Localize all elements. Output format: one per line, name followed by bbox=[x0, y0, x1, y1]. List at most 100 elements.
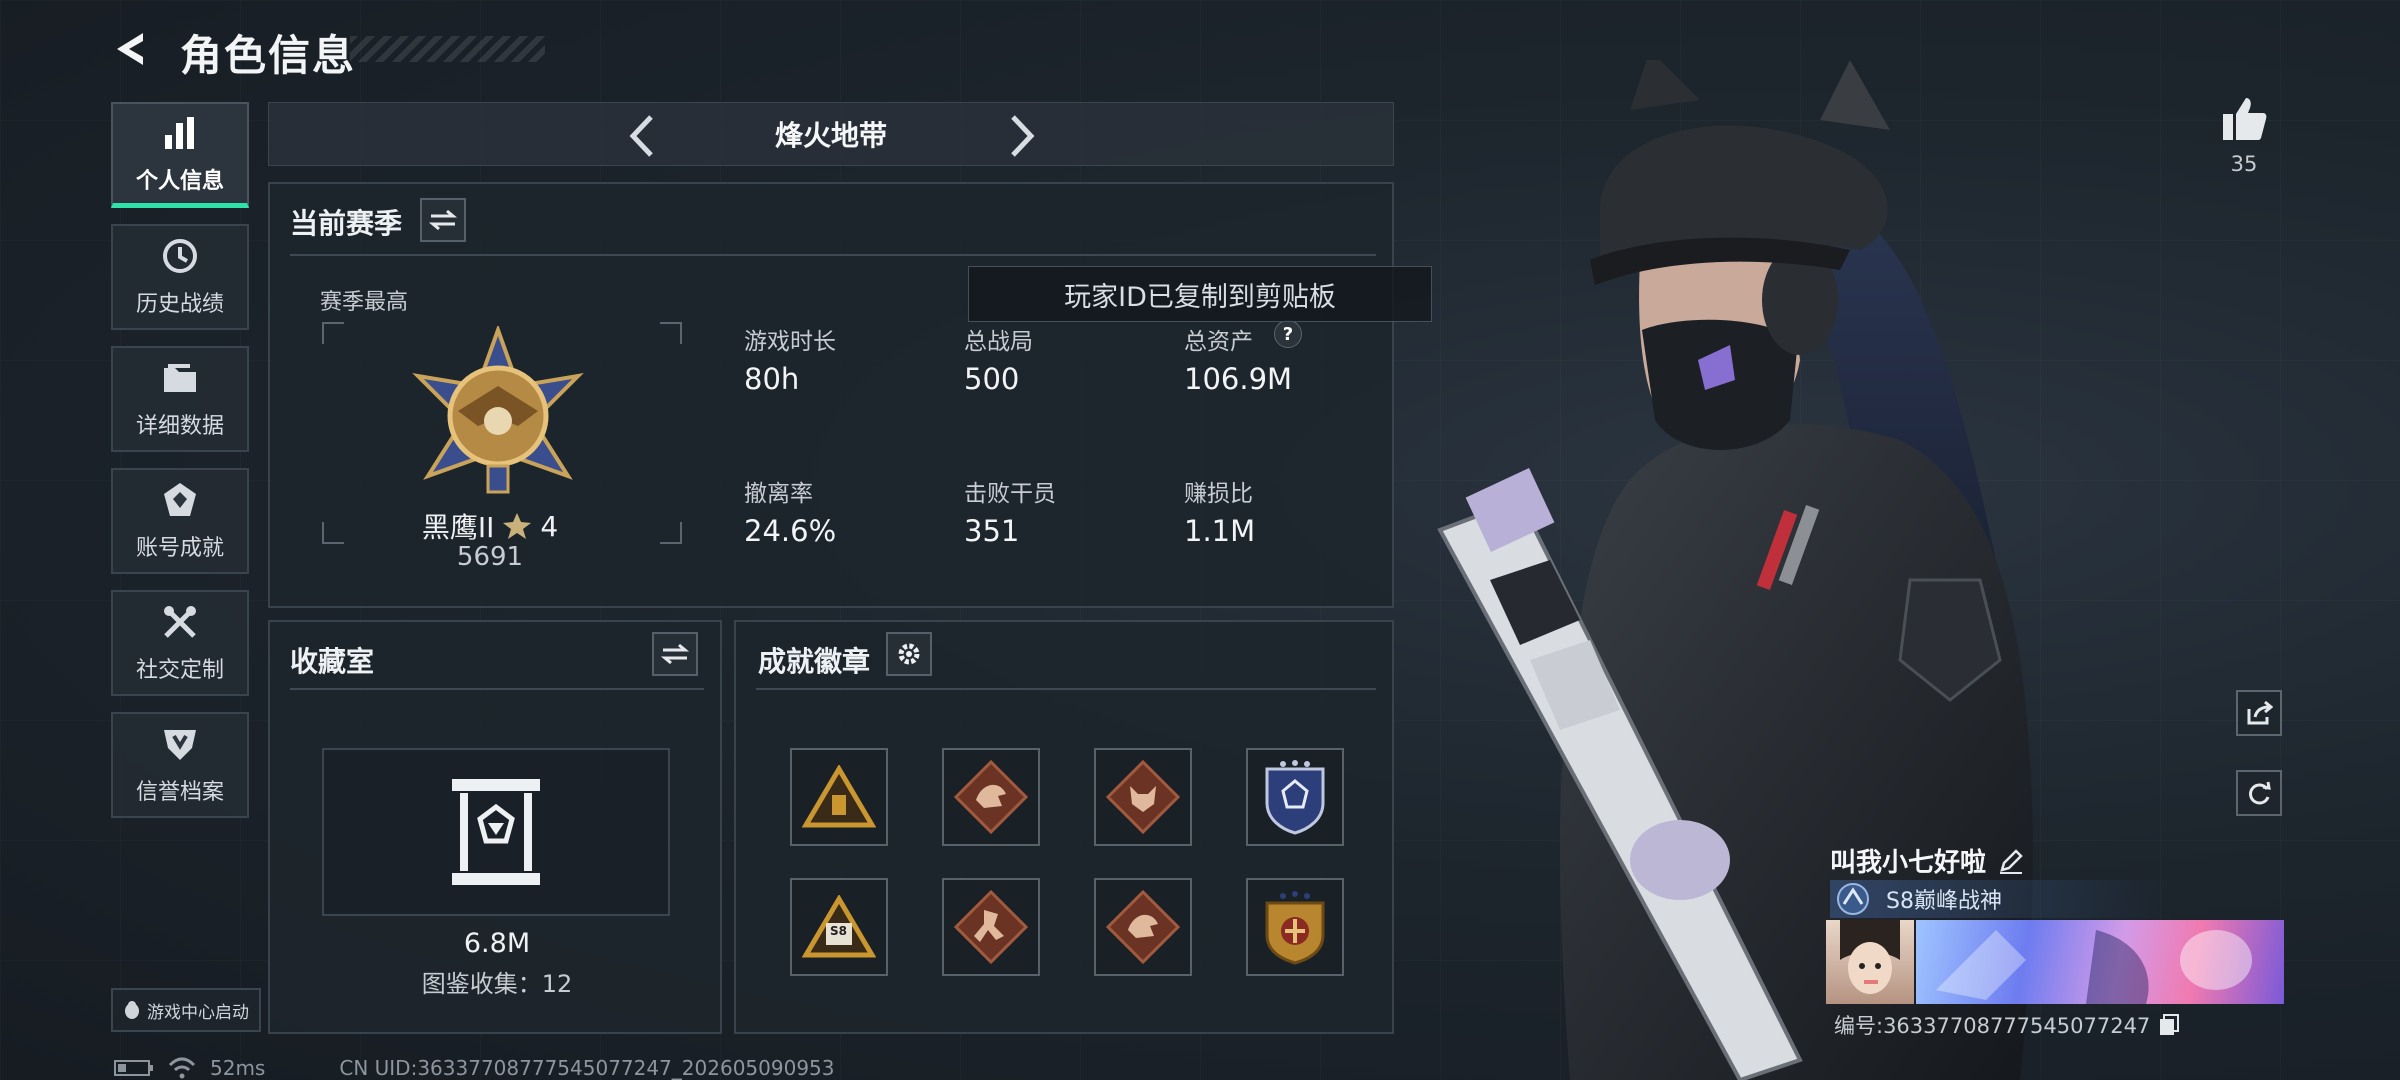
stat-value-extract-rate: 24.6% bbox=[744, 514, 837, 548]
sidebar-item-social[interactable]: 社交定制 bbox=[111, 590, 249, 696]
chevron-left-icon bbox=[629, 115, 653, 157]
rank-stars: 4 bbox=[540, 509, 559, 543]
rank-points: 5691 bbox=[456, 542, 524, 572]
edit-icon[interactable] bbox=[1998, 848, 2024, 874]
chevron-right-icon bbox=[1011, 115, 1035, 157]
history-icon bbox=[163, 239, 197, 273]
player-title-row: S8巅峰战神 bbox=[1830, 880, 2172, 918]
stat-label-kills: 击败干员 bbox=[964, 481, 1056, 507]
collection-value: 6.8M bbox=[463, 928, 531, 959]
status-bar: 52ms CN UID:36337708777545077247_2026050… bbox=[114, 1056, 835, 1080]
sidebar-item-label: 社交定制 bbox=[135, 658, 224, 683]
badge-slot-3[interactable] bbox=[1094, 748, 1192, 846]
sidebar-item-label: 历史战绩 bbox=[135, 292, 224, 317]
penguin-icon bbox=[125, 1001, 139, 1019]
runner-badge-icon bbox=[954, 890, 1028, 964]
collection-display[interactable] bbox=[322, 748, 670, 916]
badge-slot-8[interactable] bbox=[1246, 878, 1344, 976]
badge-slot-5[interactable]: S8 bbox=[790, 878, 888, 976]
avatar-portrait-icon bbox=[1840, 920, 1900, 994]
sidebar-item-label: 信誉档案 bbox=[135, 780, 224, 805]
star-icon bbox=[503, 513, 532, 539]
stat-value-playtime: 80h bbox=[744, 362, 800, 396]
player-id-row[interactable]: 编号:3633770877754507724​7 bbox=[1834, 1010, 2180, 1040]
ping-text: 52ms bbox=[210, 1056, 266, 1080]
bar-chart-icon bbox=[165, 116, 194, 149]
rank-name: 黑鹰II bbox=[421, 511, 495, 544]
stat-value-kills: 351 bbox=[964, 514, 1020, 548]
display-case-icon bbox=[452, 779, 540, 885]
sidebar-item-detailed-data[interactable]: 详细数据 bbox=[111, 346, 249, 452]
stat-label-matches: 总战局 bbox=[964, 329, 1033, 355]
collection-panel: 收藏室 6.8M 图鉴收集：12 bbox=[268, 620, 722, 1034]
badge-s8-label: S8 bbox=[830, 924, 847, 938]
refresh-button[interactable] bbox=[2236, 770, 2282, 816]
pyramid-badge-icon bbox=[802, 765, 876, 828]
badge-slot-6[interactable] bbox=[942, 878, 1040, 976]
badge-slot-7[interactable] bbox=[1094, 878, 1192, 976]
sidebar-item-history[interactable]: 历史战绩 bbox=[111, 224, 249, 330]
title-decoration bbox=[350, 36, 545, 62]
stat-label-playtime: 游戏时长 bbox=[744, 329, 836, 355]
back-arrow-icon bbox=[117, 33, 143, 65]
prev-mode-button[interactable] bbox=[621, 113, 667, 159]
badge-settings-button[interactable] bbox=[886, 632, 932, 676]
divider bbox=[290, 254, 1376, 256]
gold-shield-badge-icon bbox=[1265, 891, 1325, 965]
avatar[interactable] bbox=[1826, 920, 1914, 1004]
collection-title: 收藏室 bbox=[290, 645, 375, 678]
player-banner[interactable] bbox=[1916, 920, 2284, 1004]
season-title: 当前赛季 bbox=[290, 207, 403, 240]
game-center-launch-button[interactable]: 游戏中心启动 bbox=[111, 988, 261, 1032]
help-icon[interactable]: ? bbox=[1274, 320, 1302, 348]
back-button[interactable] bbox=[110, 26, 156, 72]
battery-icon bbox=[114, 1060, 153, 1076]
swap-icon bbox=[429, 209, 457, 231]
player-name: 叫我小七好啦 bbox=[1830, 848, 1987, 878]
rank-row: 黑鹰II 4 bbox=[270, 506, 710, 546]
folder-icon bbox=[164, 364, 196, 392]
uid-text: CN UID:36337708777545077247_202605090953 bbox=[339, 1056, 835, 1080]
badges-panel: 成就徽章 S8 bbox=[734, 620, 1394, 1034]
badge-slot-4[interactable] bbox=[1246, 748, 1344, 846]
title-emblem-icon bbox=[1837, 883, 1869, 915]
badges-title: 成就徽章 bbox=[758, 645, 871, 678]
switch-season-button[interactable] bbox=[420, 198, 466, 242]
next-mode-button[interactable] bbox=[997, 113, 1043, 159]
sidebar-item-label: 账号成就 bbox=[135, 536, 224, 561]
wifi-icon bbox=[168, 1057, 196, 1079]
sidebar-item-label: 个人信息 bbox=[135, 168, 224, 194]
stat-value-assets: 106.9M bbox=[1184, 362, 1293, 396]
switch-collection-button[interactable] bbox=[652, 632, 698, 676]
share-button[interactable] bbox=[2236, 690, 2282, 736]
copy-icon bbox=[2160, 1014, 2180, 1035]
share-icon bbox=[2247, 700, 2273, 725]
thumbs-up-icon bbox=[2223, 98, 2267, 140]
stat-value-profit-ratio: 1.1M bbox=[1184, 514, 1256, 548]
like-button[interactable]: 35 bbox=[2214, 94, 2274, 176]
season-best-label: 赛季最高 bbox=[320, 290, 409, 315]
like-count: 35 bbox=[2230, 152, 2258, 176]
sidebar-item-reputation[interactable]: 信誉档案 bbox=[111, 712, 249, 818]
banner-art-icon bbox=[1936, 930, 2252, 1004]
gear-icon bbox=[898, 643, 920, 665]
player-title: S8巅峰战神 bbox=[1886, 889, 2002, 914]
stat-label-extract-rate: 撤离率 bbox=[744, 481, 813, 507]
rank-emblem-icon bbox=[412, 326, 584, 494]
divider bbox=[290, 688, 704, 690]
stat-label-profit-ratio: 赚损比 bbox=[1184, 481, 1253, 507]
sidebar-item-label: 详细数据 bbox=[135, 414, 224, 439]
sidebar-item-personal-info[interactable]: 个人信息 bbox=[111, 102, 249, 208]
badge-slot-2[interactable] bbox=[942, 748, 1040, 846]
mode-selector: 烽火地带 bbox=[268, 102, 1394, 166]
divider bbox=[756, 688, 1376, 690]
refresh-icon bbox=[2249, 781, 2271, 805]
collection-count: 图鉴收集：12 bbox=[421, 970, 573, 998]
dragon-badge-icon bbox=[1106, 890, 1180, 964]
tools-icon bbox=[164, 606, 196, 638]
badge-slot-1[interactable] bbox=[790, 748, 888, 846]
season-panel: 当前赛季 赛季最高 黑鹰II 4 5691 游戏时长 80h 总战局 500 总… bbox=[268, 182, 1394, 608]
sidebar-item-achievements[interactable]: 账号成就 bbox=[111, 468, 249, 574]
player-name-row: 叫我小七好啦 bbox=[1830, 842, 2024, 879]
page-title: 角色信息 bbox=[180, 31, 357, 80]
